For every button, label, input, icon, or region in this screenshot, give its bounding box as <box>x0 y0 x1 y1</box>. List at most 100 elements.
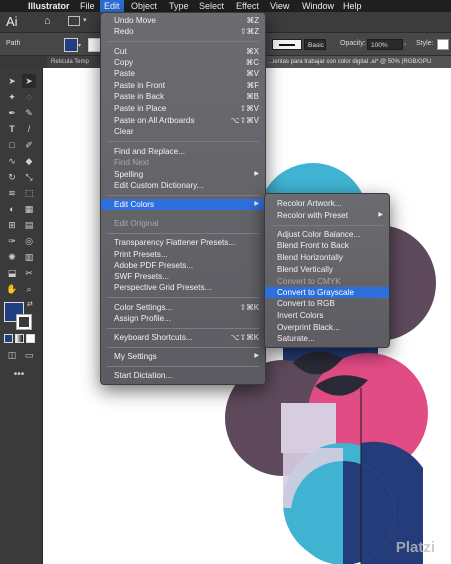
menu-item-edit-colors[interactable]: Edit Colors ▶ <box>101 199 265 210</box>
line-tool-icon[interactable]: / <box>22 122 36 136</box>
chevron-down-icon[interactable]: ▾ <box>83 16 87 24</box>
menu-type[interactable]: Type <box>165 0 193 12</box>
selection-tool-icon[interactable]: ➤ <box>5 74 19 88</box>
menu-item-overprint-black[interactable]: Overprint Black... <box>265 322 389 333</box>
menu-item-copy[interactable]: Copy ⌘C <box>101 57 265 68</box>
rectangle-tool-icon[interactable]: □ <box>5 138 19 152</box>
shape-builder-tool-icon[interactable]: ◐ <box>5 202 19 216</box>
menu-item-assign-profile[interactable]: Assign Profile... <box>101 313 265 324</box>
menu-item-find-replace[interactable]: Find and Replace... <box>101 146 265 157</box>
free-transform-tool-icon[interactable]: ⬚ <box>22 186 36 200</box>
menu-edit[interactable]: Edit <box>100 0 124 12</box>
graphic-style-swatch[interactable] <box>437 39 449 50</box>
menu-item-paste-in-back[interactable]: Paste in Back ⌘B <box>101 91 265 102</box>
symbol-sprayer-tool-icon[interactable]: ✺ <box>5 250 19 264</box>
menu-help[interactable]: Help <box>339 0 366 12</box>
width-tool-icon[interactable]: ≋ <box>5 186 19 200</box>
menu-item-flattener-presets[interactable]: Transparency Flattener Presets... <box>101 237 265 248</box>
none-mode-icon[interactable] <box>26 334 35 343</box>
workspace-layout-icon[interactable] <box>68 16 80 26</box>
menu-item-clear[interactable]: Clear <box>101 126 265 137</box>
zoom-tool-icon[interactable]: ⌕ <box>22 282 36 296</box>
column-graph-tool-icon[interactable]: ▥ <box>22 250 36 264</box>
eraser-tool-icon[interactable]: ◆ <box>22 154 36 168</box>
type-tool-icon[interactable]: T <box>5 122 19 136</box>
menu-item-paste-in-front[interactable]: Paste in Front ⌘F <box>101 80 265 91</box>
menu-item-convert-to-grayscale[interactable]: Convert to Grayscale <box>265 287 389 298</box>
menu-item-redo[interactable]: Redo ⇧⌘Z <box>101 26 265 37</box>
home-icon[interactable]: ⌂ <box>44 15 51 27</box>
gradient-mode-icon[interactable] <box>15 334 24 343</box>
menu-item-convert-to-rgb[interactable]: Convert to RGB <box>265 298 389 309</box>
shaper-tool-icon[interactable]: ∿ <box>5 154 19 168</box>
menu-view[interactable]: View <box>266 0 293 12</box>
direct-selection-tool-icon[interactable]: ➤ <box>22 74 36 88</box>
menu-item-blend-front-to-back[interactable]: Blend Front to Back <box>265 240 389 251</box>
paste-back-label: Paste in Back <box>114 92 165 101</box>
draw-mode-icon[interactable]: ◫ <box>5 348 19 362</box>
color-mode-icon[interactable] <box>4 334 13 343</box>
menu-item-color-settings[interactable]: Color Settings... ⇧⌘K <box>101 302 265 313</box>
menu-item-edit-custom-dictionary[interactable]: Edit Custom Dictionary... <box>101 180 265 191</box>
hand-tool-icon[interactable]: ✋ <box>5 282 19 296</box>
menu-item-cut[interactable]: Cut ⌘X <box>101 46 265 57</box>
lasso-tool-icon[interactable]: ◌ <box>22 90 36 104</box>
menu-select[interactable]: Select <box>195 0 228 12</box>
menu-item-adjust-color-balance[interactable]: Adjust Color Balance... <box>265 229 389 240</box>
menu-item-blend-vertically[interactable]: Blend Vertically <box>265 264 389 275</box>
perspective-grid-tool-icon[interactable]: ▦ <box>22 202 36 216</box>
menu-item-paste[interactable]: Paste ⌘V <box>101 68 265 79</box>
artboard-tool-icon[interactable]: ⬓ <box>5 266 19 280</box>
eyedropper-tool-icon[interactable]: ✑ <box>5 234 19 248</box>
mesh-tool-icon[interactable]: ⊞ <box>5 218 19 232</box>
menu-illustrator[interactable]: Illustrator <box>24 0 74 12</box>
brush-preview[interactable] <box>272 39 302 50</box>
menu-item-saturate[interactable]: Saturate... <box>265 333 389 344</box>
menu-item-pdf-presets[interactable]: Adobe PDF Presets... <box>101 260 265 271</box>
swap-colors-icon[interactable]: ⇄ <box>27 300 33 308</box>
menu-item-recolor-with-preset[interactable]: Recolor with Preset ▶ <box>265 210 389 221</box>
menu-file[interactable]: File <box>76 0 99 12</box>
fill-swatch[interactable] <box>64 38 78 52</box>
menu-item-keyboard-shortcuts[interactable]: Keyboard Shortcuts... ⌥⇧⌘K <box>101 332 265 343</box>
opacity-input[interactable]: 100% <box>367 39 403 50</box>
submenu-arrow-icon: ▶ <box>254 353 259 359</box>
scale-tool-icon[interactable]: ⤡ <box>22 170 36 184</box>
gradient-tool-icon[interactable]: ▤ <box>22 218 36 232</box>
more-tools-icon[interactable]: ••• <box>12 368 26 382</box>
menu-item-paste-in-place[interactable]: Paste in Place ⇧⌘V <box>101 103 265 114</box>
menu-item-perspective-grid-presets[interactable]: Perspective Grid Presets... <box>101 282 265 293</box>
stroke-style-dropdown[interactable]: Basic <box>304 39 326 50</box>
menu-object[interactable]: Object <box>127 0 161 12</box>
find-next-label: Find Next <box>114 158 150 167</box>
rotate-tool-icon[interactable]: ↻ <box>5 170 19 184</box>
stroke-color-swatch[interactable] <box>16 314 32 330</box>
menu-item-start-dictation[interactable]: Start Dictation... <box>101 370 265 381</box>
fill-dropdown-icon[interactable]: ▾ <box>78 42 81 49</box>
menu-item-blend-horizontally[interactable]: Blend Horizontally <box>265 252 389 263</box>
menu-item-undo[interactable]: Undo Move ⌘Z <box>101 15 265 26</box>
print-presets-label: Print Presets... <box>114 250 168 259</box>
screen-mode-icon[interactable]: ▭ <box>22 348 36 362</box>
paintbrush-tool-icon[interactable]: ✐ <box>22 138 36 152</box>
document-tab-reticula[interactable]: Reticula Temp <box>47 56 100 68</box>
menu-separator <box>107 233 259 234</box>
menu-item-spelling[interactable]: Spelling ▶ <box>101 169 265 180</box>
menu-effect[interactable]: Effect <box>232 0 263 12</box>
slice-tool-icon[interactable]: ✂ <box>22 266 36 280</box>
apple-menu-icon[interactable] <box>4 0 12 12</box>
menu-item-paste-on-all-artboards[interactable]: Paste on All Artboards ⌥⇧⌘V <box>101 115 265 126</box>
menu-item-my-settings[interactable]: My Settings ▶ <box>101 351 265 362</box>
magic-wand-tool-icon[interactable]: ✦ <box>5 90 19 104</box>
menu-item-recolor-artwork[interactable]: Recolor Artwork... <box>265 198 389 209</box>
menu-window[interactable]: Window <box>298 0 338 12</box>
menu-item-print-presets[interactable]: Print Presets... <box>101 249 265 260</box>
pen-tool-icon[interactable]: ✒ <box>5 106 19 120</box>
document-tab-active[interactable]: ...ientas para trabajar con color digita… <box>264 56 451 68</box>
curvature-tool-icon[interactable]: ✎ <box>22 106 36 120</box>
menu-item-swf-presets[interactable]: SWF Presets... <box>101 271 265 282</box>
menu-separator <box>271 225 383 226</box>
menu-item-invert-colors[interactable]: Invert Colors <box>265 310 389 321</box>
opacity-arrow-icon[interactable]: › <box>404 42 406 48</box>
blend-tool-icon[interactable]: ◎ <box>22 234 36 248</box>
